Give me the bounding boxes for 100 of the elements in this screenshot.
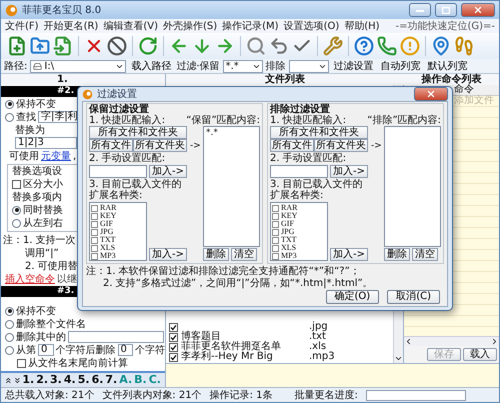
insert-command-link[interactable]: 插入空命令 [5, 272, 55, 286]
radio-button[interactable] [5, 332, 14, 342]
clear-button[interactable]: 清空 [231, 248, 257, 261]
checkbox[interactable] [91, 212, 98, 220]
add-button[interactable]: 加入-> [330, 248, 368, 261]
checkbox[interactable] [169, 332, 178, 342]
clear-button[interactable]: 清空 [412, 248, 438, 261]
search-icon[interactable] [246, 36, 266, 56]
refresh-icon[interactable] [138, 36, 158, 56]
checkbox[interactable] [169, 352, 178, 362]
phone-icon[interactable] [377, 36, 397, 56]
variable-link[interactable]: 元变量 [41, 149, 71, 163]
checkbox[interactable] [91, 252, 98, 260]
load-path-button[interactable]: 载入路径 [129, 60, 174, 72]
radio-button[interactable] [12, 218, 21, 228]
quick-match-button[interactable]: 所有文件夹 [133, 139, 187, 152]
text-field[interactable] [68, 331, 164, 343]
delete-button[interactable]: 删除 [384, 248, 410, 261]
ok-button[interactable]: 确定(O) [326, 290, 380, 304]
maximize-button[interactable] [435, 3, 457, 17]
checkbox[interactable] [272, 244, 279, 252]
path-combo[interactable]: I:\ [30, 60, 126, 72]
minimize-button[interactable] [409, 3, 431, 17]
checkbox[interactable] [272, 220, 279, 228]
number-field[interactable]: 0 [38, 344, 54, 356]
menu-item[interactable]: 开始更名(R) [44, 19, 98, 33]
checkbox[interactable] [12, 180, 21, 188]
list-item[interactable]: *.* [206, 128, 257, 138]
pin-icon[interactable] [431, 36, 451, 56]
left-arrow-icon[interactable] [169, 36, 189, 56]
menu-item[interactable]: 操作记录(M) [222, 19, 279, 33]
number-field[interactable]: 0 [118, 344, 133, 356]
menu-item[interactable]: 编辑查看(V) [103, 19, 158, 33]
checkbox[interactable] [169, 322, 178, 332]
add-file-icon[interactable] [7, 36, 27, 56]
checkbox[interactable] [272, 228, 279, 236]
load-button[interactable]: 载入 [463, 348, 497, 361]
checkbox[interactable] [272, 212, 279, 220]
quick-match-button[interactable]: 所有文件和文件夹 [270, 126, 368, 139]
add-button[interactable]: 加入-> [149, 165, 187, 178]
file-arrow-icon[interactable] [53, 36, 73, 56]
filter-settings-button[interactable]: 过滤设置 [332, 60, 376, 72]
quick-locate-menu[interactable]: -=功能快速定位(G)=- [395, 19, 495, 33]
checkbox[interactable] [17, 358, 26, 368]
step-tab[interactable]: 5. [76, 373, 91, 387]
close-button[interactable] [414, 87, 448, 101]
menu-item[interactable]: 外壳操作(S) [162, 19, 218, 33]
step-tab[interactable]: 6. [90, 373, 104, 387]
checkbox[interactable] [91, 204, 98, 212]
right-arrow-icon[interactable] [215, 36, 235, 56]
menu-item[interactable]: 帮助(H) [344, 19, 380, 33]
checkbox[interactable] [272, 236, 279, 244]
add-button[interactable]: 加入-> [149, 248, 187, 261]
checkbox[interactable] [169, 342, 178, 352]
add-button[interactable]: 加入-> [330, 165, 368, 178]
checkbox[interactable] [91, 220, 98, 228]
step-tab[interactable]: 3. [49, 373, 63, 387]
checkbox[interactable] [272, 252, 279, 260]
radio-button[interactable] [5, 100, 14, 108]
find-field[interactable]: 字|李|利 [38, 111, 80, 123]
step-tab[interactable]: 1. [21, 373, 36, 387]
radio-button[interactable] [5, 112, 14, 122]
checkbox[interactable] [91, 236, 98, 244]
quick-match-button[interactable]: 所有文件夹 [314, 139, 368, 152]
match-input-field[interactable] [270, 165, 328, 178]
close-button[interactable] [461, 3, 495, 17]
default-width-button[interactable]: 默认列宽 [426, 60, 470, 72]
delete-button[interactable]: 删除 [203, 248, 229, 261]
folder-icon[interactable] [30, 36, 50, 56]
keep-filter-combo[interactable]: *.* [222, 60, 263, 72]
quick-match-button[interactable]: 所有文件 [89, 139, 133, 152]
menu-item[interactable]: 设置选项(O) [284, 19, 340, 33]
match-input-field[interactable] [89, 165, 147, 178]
radio-button[interactable] [12, 206, 21, 214]
note-text: 注：1. 支持一次 [3, 234, 76, 247]
step-tab[interactable]: 7. [104, 373, 118, 387]
undo-icon[interactable] [269, 36, 289, 56]
step-tab[interactable]: 4. [62, 373, 77, 387]
checkbox[interactable] [272, 204, 279, 212]
replace-field[interactable]: 1|2|3 [15, 137, 77, 149]
horizontal-scrollbar[interactable] [404, 336, 499, 346]
radio-button[interactable] [5, 306, 14, 316]
step-tab[interactable]: 2. [35, 373, 50, 387]
scroll-left-icon[interactable] [404, 337, 413, 346]
scroll-right-icon[interactable] [490, 337, 499, 346]
help-icon[interactable] [354, 36, 374, 56]
tools-icon[interactable] [323, 36, 343, 56]
auto-width-button[interactable]: 自动列宽 [378, 60, 423, 72]
checkbox[interactable] [91, 228, 98, 236]
radio-button[interactable] [5, 320, 14, 328]
alert-icon[interactable] [400, 36, 420, 56]
scroll-down-icon[interactable] [394, 354, 403, 363]
walker-sign-icon[interactable] [454, 36, 474, 56]
quick-match-button[interactable]: 所有文件和文件夹 [89, 126, 187, 139]
radio-button[interactable] [5, 346, 14, 354]
quick-match-button[interactable]: 所有文件 [270, 139, 314, 152]
cancel-button[interactable]: 取消(C) [387, 290, 440, 304]
checkbox[interactable] [91, 244, 98, 252]
stop-icon[interactable] [107, 36, 127, 56]
menu-item[interactable]: 文件(F) [5, 19, 39, 33]
